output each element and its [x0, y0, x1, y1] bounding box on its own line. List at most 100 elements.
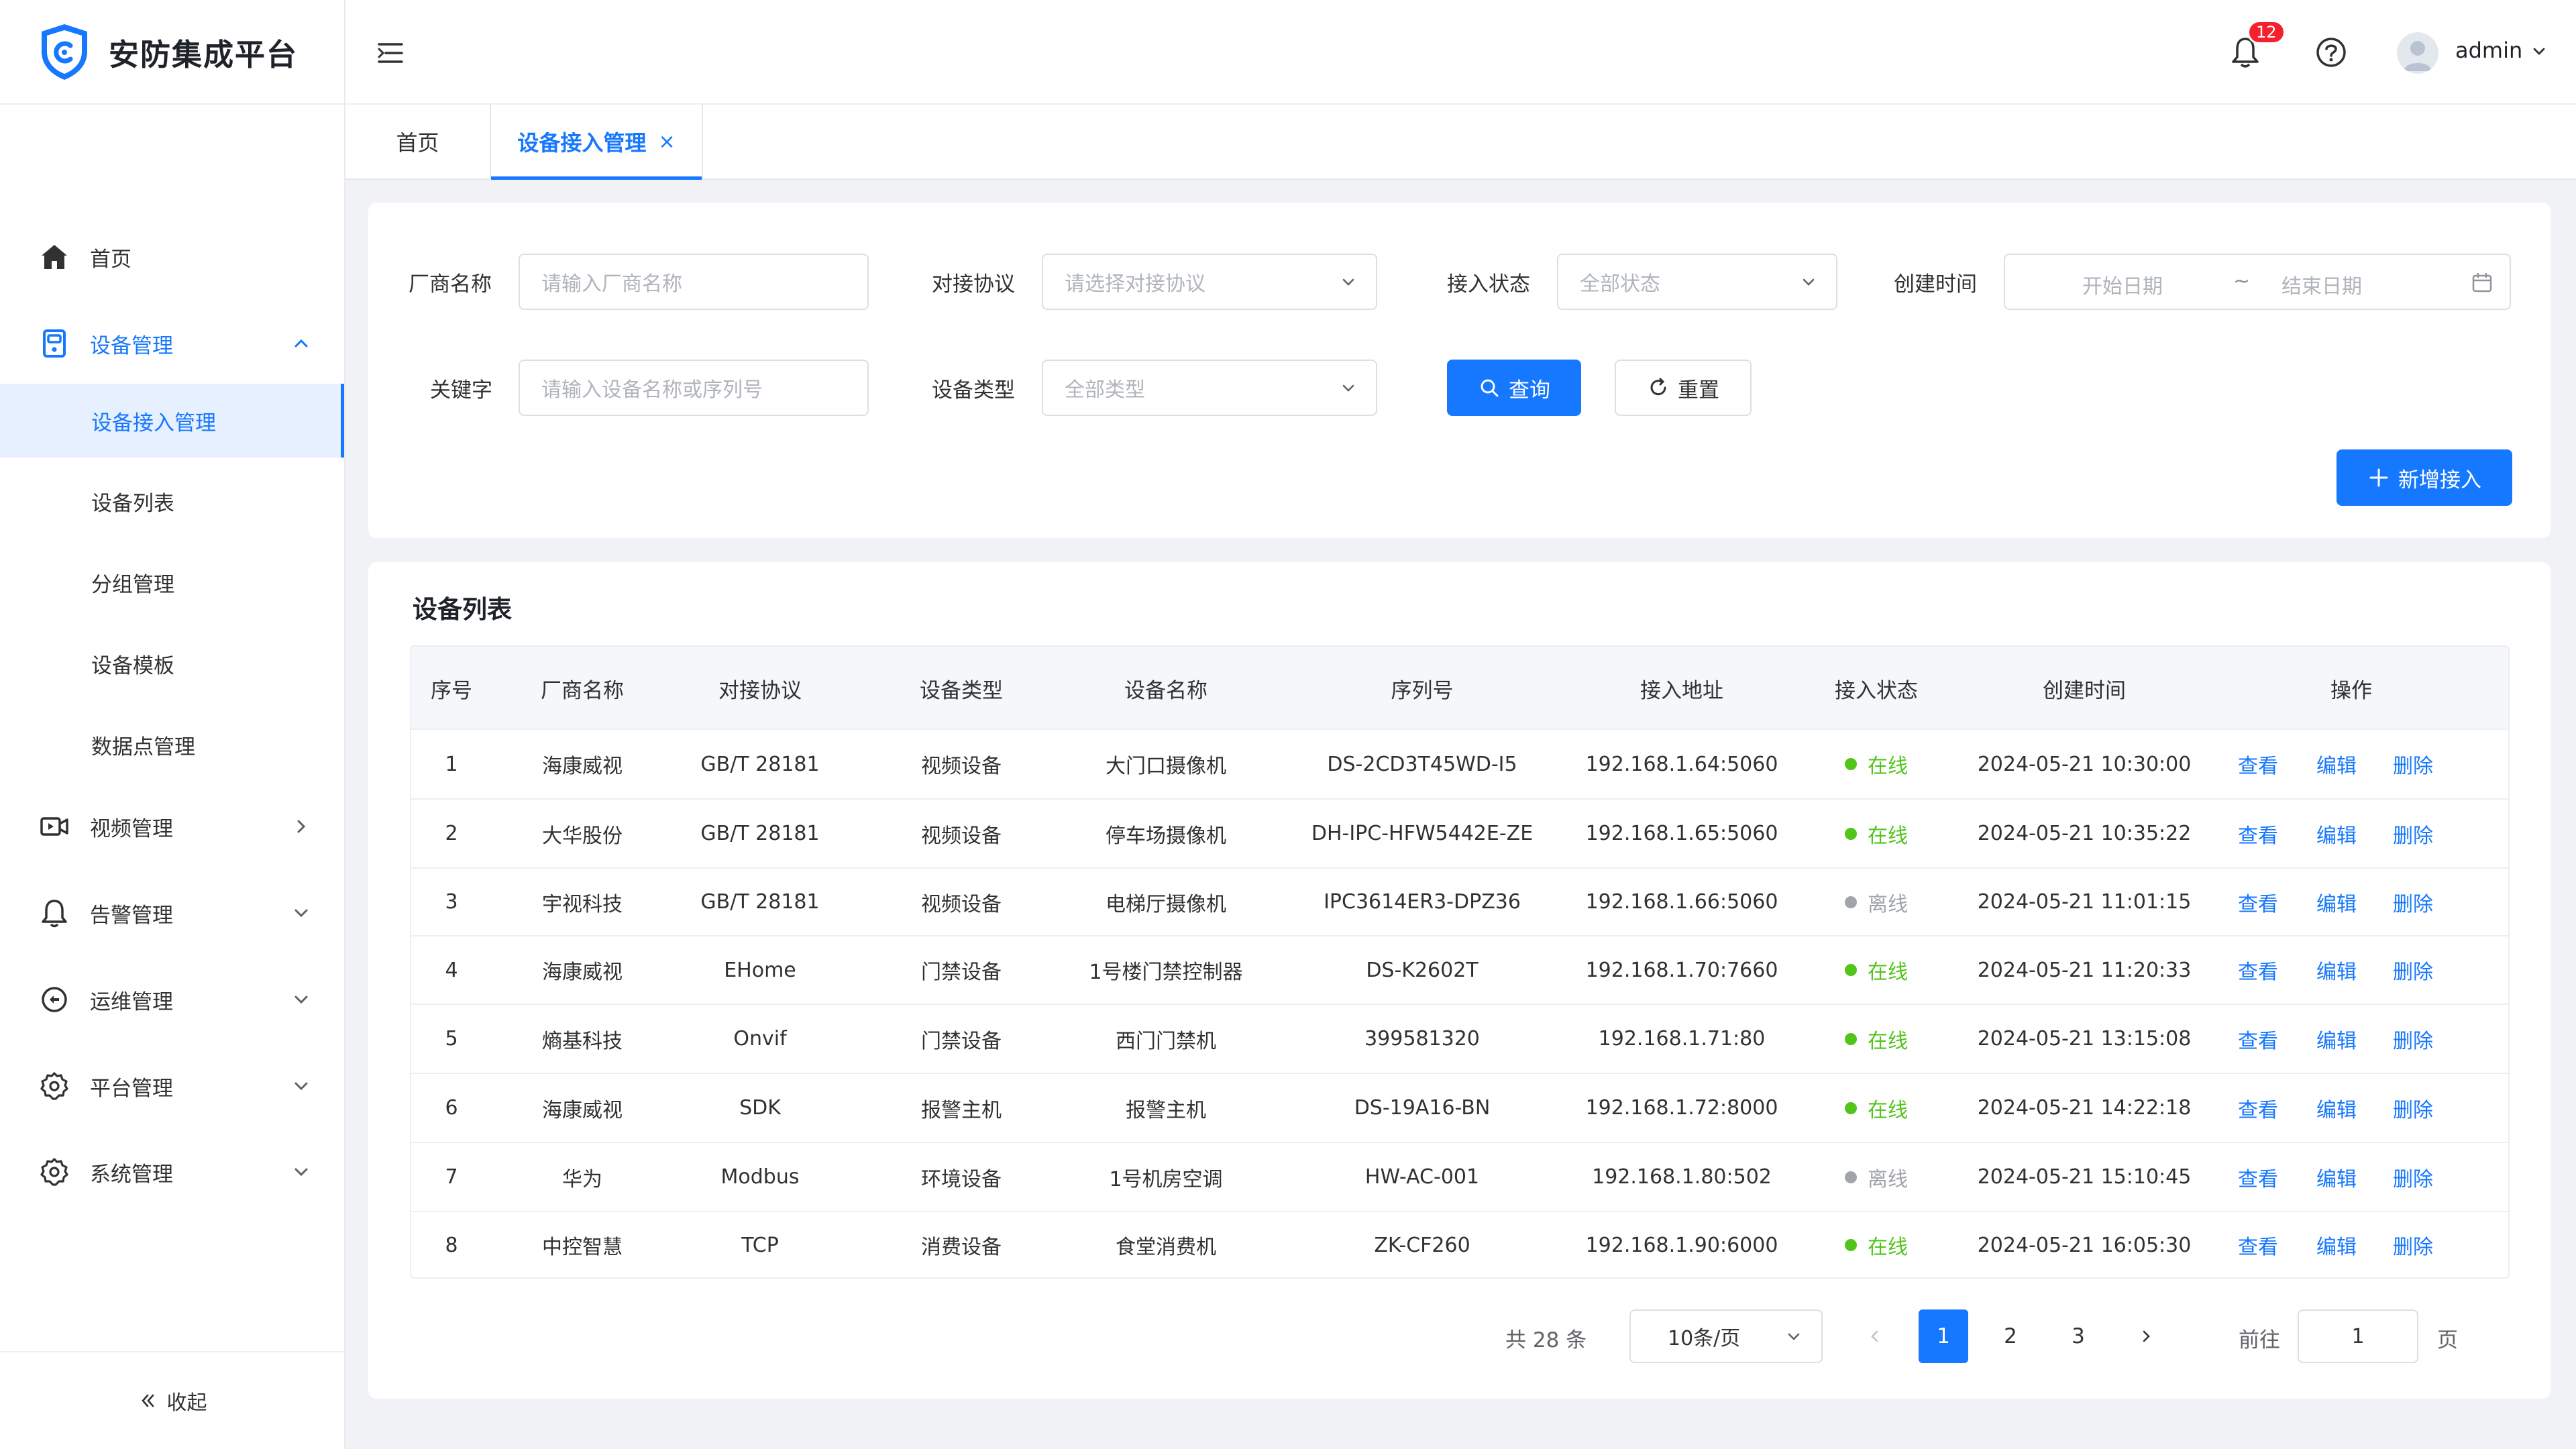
keyword-label: 关键字 — [430, 378, 492, 402]
username[interactable]: admin — [2455, 38, 2522, 63]
cell-device-type: 环境设备 — [921, 1167, 1002, 1191]
sidebar-item-home[interactable]: 首页 — [0, 223, 344, 290]
view-link[interactable]: 查看 — [2231, 1005, 2285, 1073]
view-link[interactable]: 查看 — [2231, 730, 2285, 798]
delete-link[interactable]: 删除 — [2386, 869, 2440, 935]
edit-link[interactable]: 编辑 — [2310, 800, 2363, 867]
view-link[interactable]: 查看 — [2231, 1074, 2285, 1142]
plus-icon — [2369, 468, 2388, 487]
delete-link[interactable]: 删除 — [2386, 1143, 2440, 1211]
cell-address: 192.168.1.72:8000 — [1585, 1096, 1778, 1120]
status-select[interactable]: 全部状态 — [1557, 254, 1837, 310]
sidebar-subitem-device-list[interactable]: 设备列表 — [0, 464, 344, 538]
help-icon[interactable] — [2314, 36, 2348, 69]
device-type-select[interactable]: 全部类型 — [1042, 360, 1377, 416]
sidebar-subitem-device-access[interactable]: 设备接入管理 — [0, 384, 344, 458]
view-link[interactable]: 查看 — [2231, 869, 2285, 935]
cell-protocol: Modbus — [720, 1165, 800, 1189]
delete-link[interactable]: 删除 — [2386, 730, 2440, 798]
sidebar-subitem-group-management[interactable]: 分组管理 — [0, 545, 344, 619]
edit-link[interactable]: 编辑 — [2310, 1074, 2363, 1142]
view-link[interactable]: 查看 — [2231, 1143, 2285, 1211]
page-button-3[interactable]: 3 — [2053, 1309, 2103, 1363]
edit-link[interactable]: 编辑 — [2310, 1143, 2363, 1211]
status-label: 接入状态 — [1447, 272, 1530, 297]
table-row: 6 海康威视 SDK 报警主机 报警主机 DS-19A16-BN 192.168.1.72:… — [411, 1074, 2508, 1143]
view-link[interactable]: 查看 — [2231, 800, 2285, 867]
reset-button[interactable]: 重置 — [1615, 360, 1752, 416]
add-access-button[interactable]: 新增接入 — [2337, 449, 2512, 506]
keyword-input[interactable]: 请输入设备名称或序列号 — [519, 360, 869, 416]
ops-icon — [42, 987, 67, 1012]
close-icon[interactable]: × — [658, 130, 675, 154]
chevron-up-icon — [294, 339, 308, 347]
view-link[interactable]: 查看 — [2231, 936, 2285, 1004]
sidebar-item-system-management[interactable]: 系统管理 — [0, 1138, 344, 1205]
cell-address: 192.168.1.80:502 — [1592, 1165, 1772, 1189]
tab-device-access[interactable]: 设备接入管理 × — [490, 105, 703, 180]
cell-device-name: 1号楼门禁控制器 — [1089, 961, 1243, 984]
sidebar-subitem-device-template[interactable]: 设备模板 — [0, 627, 344, 700]
sidebar-collapse-button[interactable]: 收起 — [0, 1351, 344, 1449]
cell-created-time: 2024-05-21 11:01:15 — [1977, 890, 2192, 914]
status-text: 在线 — [1868, 961, 1908, 984]
cell-device-name: 停车场摄像机 — [1106, 824, 1226, 848]
delete-link[interactable]: 删除 — [2386, 1212, 2440, 1277]
delete-link[interactable]: 删除 — [2386, 936, 2440, 1004]
status-dot-icon — [1845, 1032, 1857, 1045]
sidebar-subitem-label: 设备列表 — [91, 491, 174, 516]
device-icon — [43, 329, 66, 358]
cell-created-time: 2024-05-21 11:20:33 — [1977, 958, 2192, 982]
sidebar-item-platform-management[interactable]: 平台管理 — [0, 1053, 344, 1120]
sidebar-subitem-label: 设备模板 — [91, 653, 174, 678]
edit-link[interactable]: 编辑 — [2310, 936, 2363, 1004]
cell-vendor: 华为 — [562, 1167, 602, 1191]
cell-vendor: 海康威视 — [542, 755, 623, 778]
delete-link[interactable]: 删除 — [2386, 800, 2440, 867]
edit-link[interactable]: 编辑 — [2310, 1212, 2363, 1277]
sidebar-subitem-datapoint-management[interactable]: 数据点管理 — [0, 708, 344, 782]
page-button-2[interactable]: 2 — [1986, 1309, 2035, 1363]
cell-status: 在线 — [1776, 800, 1977, 867]
cell-serial: IPC3614ER3-DPZ36 — [1324, 890, 1521, 914]
page-size-select[interactable]: 10条/页 — [1629, 1309, 1823, 1363]
cell-index: 2 — [445, 822, 458, 845]
chevron-down-icon — [294, 909, 308, 918]
sidebar-item-label: 首页 — [90, 247, 131, 272]
sidebar-item-device-management[interactable]: 设备管理 — [0, 310, 344, 377]
chevron-down-icon[interactable] — [2529, 42, 2549, 62]
protocol-select[interactable]: 请选择对接协议 — [1042, 254, 1377, 310]
column-header: 操作 — [2330, 678, 2372, 703]
gear-icon — [40, 1158, 68, 1186]
prev-page-button[interactable] — [1850, 1309, 1900, 1363]
cell-created-time: 2024-05-21 14:22:18 — [1977, 1096, 2192, 1120]
date-range-picker[interactable]: 开始日期 ~ 结束日期 — [2004, 254, 2511, 310]
menu-toggle-icon[interactable] — [376, 39, 405, 67]
status-placeholder: 全部状态 — [1580, 272, 1660, 296]
sidebar-item-ops-management[interactable]: 运维管理 — [0, 966, 344, 1033]
vendor-input[interactable]: 请输入厂商名称 — [519, 254, 869, 310]
chevron-down-icon — [294, 1168, 308, 1177]
edit-link[interactable]: 编辑 — [2310, 1005, 2363, 1073]
tab-home[interactable]: 首页 — [345, 105, 490, 178]
cell-vendor: 海康威视 — [542, 961, 623, 984]
video-icon — [40, 817, 68, 836]
cell-device-type: 门禁设备 — [921, 961, 1002, 984]
table-row: 8 中控智慧 TCP 消费设备 食堂消费机 ZK-CF260 192.168.1.90:60… — [411, 1212, 2508, 1277]
sidebar-item-alarm-management[interactable]: 告警管理 — [0, 879, 344, 947]
user-avatar[interactable] — [2397, 32, 2438, 74]
search-button[interactable]: 查询 — [1447, 360, 1581, 416]
page-button-1[interactable]: 1 — [1919, 1309, 1968, 1363]
cell-created-time: 2024-05-21 16:05:30 — [1977, 1233, 2192, 1257]
sidebar-item-video-management[interactable]: 视频管理 — [0, 793, 344, 860]
delete-link[interactable]: 删除 — [2386, 1074, 2440, 1142]
sidebar-item-label: 告警管理 — [90, 903, 173, 928]
goto-page-input[interactable]: 1 — [2298, 1309, 2418, 1363]
vendor-label: 厂商名称 — [409, 272, 492, 297]
sidebar-subitem-label: 设备接入管理 — [91, 411, 216, 435]
edit-link[interactable]: 编辑 — [2310, 730, 2363, 798]
view-link[interactable]: 查看 — [2231, 1212, 2285, 1277]
edit-link[interactable]: 编辑 — [2310, 869, 2363, 935]
next-page-button[interactable] — [2121, 1309, 2171, 1363]
delete-link[interactable]: 删除 — [2386, 1005, 2440, 1073]
